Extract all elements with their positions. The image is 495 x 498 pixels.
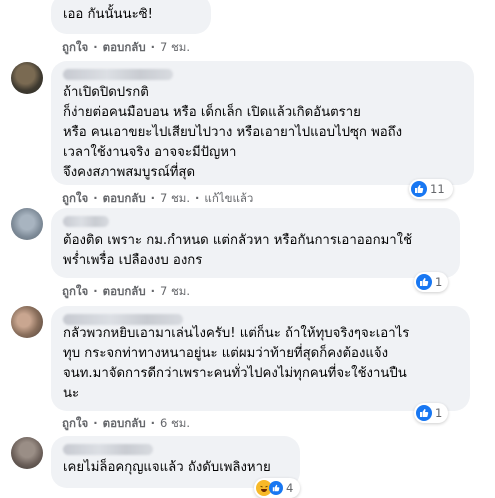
comment-actions-3: ถูกใจ · ตอบกลับ · 7 ชม. <box>62 283 190 299</box>
separator-dot: · <box>93 40 98 54</box>
author-name-blurred[interactable] <box>63 216 109 227</box>
reply-link[interactable]: ตอบกลับ <box>103 190 146 206</box>
author-name-blurred[interactable] <box>63 444 153 455</box>
like-icon <box>269 481 283 495</box>
reaction-number: 1 <box>435 275 443 289</box>
avatar[interactable] <box>11 306 43 338</box>
reaction-count[interactable]: 11 <box>409 179 453 199</box>
edited-label[interactable]: แก้ไขแล้ว <box>204 190 253 206</box>
comment-bubble-3: ต้องติด เพราะ กม.กำหนด แต่กลัวหา หรือกัน… <box>51 208 460 278</box>
avatar[interactable] <box>11 208 43 240</box>
comment-bubble-2: ถ้าเปิดปิดปรกติ ก็ง่ายต่อคนมือบอน หรือ เ… <box>51 61 474 185</box>
reaction-number: 4 <box>286 481 294 495</box>
comment-text: เออ กันนั้นนะซิ! <box>63 7 153 22</box>
comment-actions-1: ถูกใจ · ตอบกลับ · 7 ชม. <box>62 39 190 55</box>
comment-time[interactable]: 6 ชม. <box>160 415 190 431</box>
comment-time[interactable]: 7 ชม. <box>160 39 190 55</box>
comment-text: กลัวพวกหยิบเอามาเล่นไงครับ! แต่ก็นะ ถ้าใ… <box>63 326 410 401</box>
avatar[interactable] <box>11 437 43 469</box>
like-link[interactable]: ถูกใจ <box>62 283 88 299</box>
reaction-count[interactable]: 1 <box>414 403 448 423</box>
reply-link[interactable]: ตอบกลับ <box>103 39 146 55</box>
like-link[interactable]: ถูกใจ <box>62 190 88 206</box>
separator-dot: · <box>150 191 156 205</box>
like-link[interactable]: ถูกใจ <box>62 39 88 55</box>
comment-text: ต้องติด เพราะ กม.กำหนด แต่กลัวหา หรือกัน… <box>63 233 413 268</box>
like-icon <box>416 274 432 290</box>
separator-dot: · <box>93 191 98 205</box>
comment-text: เคยไม่ล็อคกุญแจแล้ว ถังดับเพลิงหาย <box>63 460 271 475</box>
comment-bubble-1: เออ กันนั้นนะซิ! <box>51 0 211 34</box>
comment-text: ถ้าเปิดปิดปรกติ ก็ง่ายต่อคนมือบอน หรือ เ… <box>63 85 403 180</box>
comment-time[interactable]: 7 ชม. <box>160 283 190 299</box>
reply-link[interactable]: ตอบกลับ <box>103 283 146 299</box>
separator-dot: · <box>150 416 156 430</box>
separator-dot: · <box>150 284 156 298</box>
comment-bubble-4: กลัวพวกหยิบเอามาเล่นไงครับ! แต่ก็นะ ถ้าใ… <box>51 306 470 411</box>
separator-dot: · <box>150 40 156 54</box>
separator-dot: · <box>93 416 98 430</box>
separator-dot: · <box>93 284 98 298</box>
reaction-count[interactable]: 1 <box>414 272 448 292</box>
comment-time[interactable]: 7 ชม. <box>160 190 190 206</box>
reaction-count[interactable]: 4 <box>254 478 300 498</box>
reaction-number: 1 <box>435 406 443 420</box>
avatar[interactable] <box>11 62 43 94</box>
comment-actions-4: ถูกใจ · ตอบกลับ · 6 ชม. <box>62 415 190 431</box>
separator-dot: · <box>195 191 200 205</box>
like-icon <box>416 405 432 421</box>
reply-link[interactable]: ตอบกลับ <box>103 415 146 431</box>
author-name-blurred[interactable] <box>63 69 173 80</box>
like-link[interactable]: ถูกใจ <box>62 415 88 431</box>
like-icon <box>411 181 427 197</box>
reaction-number: 11 <box>430 182 445 196</box>
comment-actions-2: ถูกใจ · ตอบกลับ · 7 ชม. · แก้ไขแล้ว <box>62 190 253 206</box>
